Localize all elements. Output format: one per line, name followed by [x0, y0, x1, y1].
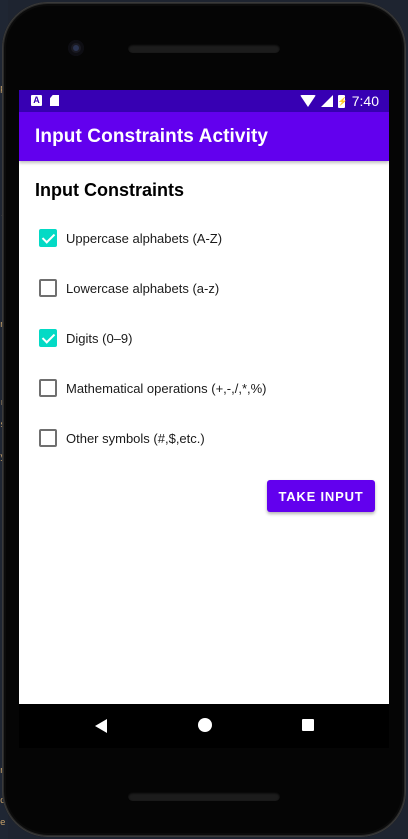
phone-screen: A 7:40 Input Constraints Activity Input …: [19, 90, 389, 704]
recents-icon[interactable]: [302, 719, 314, 731]
sd-card-icon: [50, 95, 59, 106]
cell-signal-icon: [320, 95, 333, 107]
checkbox-label: Other symbols (#,$,etc.): [66, 430, 205, 446]
checkbox-uppercase[interactable]: Uppercase alphabets (A-Z): [39, 226, 222, 250]
checkbox-label: Uppercase alphabets (A-Z): [66, 230, 223, 246]
checkbox-math-operations[interactable]: Mathematical operations (+,-,/,*,%): [39, 376, 267, 400]
checkbox-label: Digits (0–9): [66, 330, 133, 346]
bottom-speaker-grille: [128, 792, 280, 801]
checkbox-label: Lowercase alphabets (a-z): [66, 280, 220, 296]
app-title: Input Constraints Activity: [35, 126, 269, 147]
back-icon[interactable]: [95, 719, 107, 733]
checkbox-label: Mathematical operations (+,-,/,*,%): [66, 380, 267, 396]
top-speaker-grille: [128, 44, 280, 53]
wifi-icon: [299, 95, 316, 107]
checkbox-other-symbols[interactable]: Other symbols (#,$,etc.): [39, 426, 205, 450]
status-bar: A 7:40: [19, 90, 389, 112]
checkbox-checked-icon[interactable]: [39, 229, 57, 247]
take-input-button[interactable]: TAKE INPUT: [267, 480, 375, 512]
battery-charging-icon: [337, 94, 345, 108]
section-heading: Input Constraints: [35, 180, 184, 200]
checkbox-checked-icon[interactable]: [39, 329, 57, 347]
editor-glyph: e: [0, 818, 5, 828]
status-clock: 7:40: [351, 93, 379, 109]
home-icon[interactable]: [198, 718, 212, 732]
front-camera: [68, 40, 84, 56]
checkbox-unchecked-icon[interactable]: [39, 379, 57, 397]
checkbox-unchecked-icon[interactable]: [39, 429, 57, 447]
status-bar-notifications: A: [31, 95, 59, 106]
status-bar-system: 7:40: [299, 93, 379, 109]
app-a-icon: A: [31, 95, 42, 106]
checkbox-digits[interactable]: Digits (0–9): [39, 326, 132, 350]
checkbox-lowercase[interactable]: Lowercase alphabets (a-z): [39, 276, 219, 300]
navigation-bar: [19, 704, 389, 748]
checkbox-unchecked-icon[interactable]: [39, 279, 57, 297]
app-bar: Input Constraints Activity: [19, 112, 389, 161]
